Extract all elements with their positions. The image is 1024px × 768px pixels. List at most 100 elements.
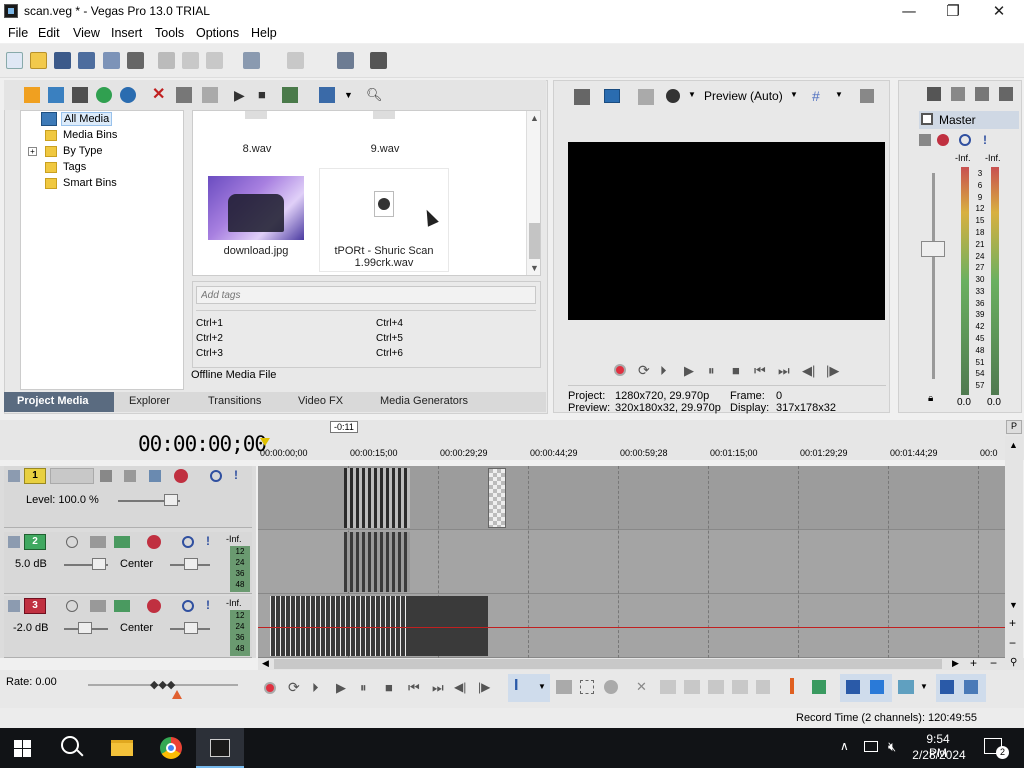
horizontal-scrollbar[interactable]: ◀ ▶ + − ⚲ (258, 656, 1024, 670)
level-slider-handle[interactable] (164, 494, 178, 506)
master-fader-handle[interactable] (921, 241, 945, 257)
capture-video-icon[interactable] (48, 87, 64, 103)
menu-help[interactable]: Help (251, 26, 277, 40)
scrollbar-thumb[interactable] (274, 659, 942, 669)
chevron-down-icon[interactable]: ▼ (835, 90, 843, 99)
tab-transitions[interactable]: Transitions (208, 395, 261, 407)
thumbnails-scrollbar[interactable]: ▲ ▼ (526, 111, 540, 275)
overlays-grid-icon[interactable]: # (812, 89, 820, 103)
automation-icon[interactable] (114, 536, 130, 548)
remove-icon[interactable]: ✕ (152, 87, 168, 103)
track-name-field[interactable] (50, 468, 94, 484)
track-motion-icon[interactable] (149, 470, 161, 482)
prev-frame-icon[interactable]: ◀| (454, 680, 466, 694)
expand-icon[interactable]: + (28, 147, 37, 156)
maximize-button[interactable]: ❐ (930, 0, 976, 24)
envelope-tool-icon[interactable] (556, 680, 572, 694)
downmix-icon[interactable] (999, 87, 1013, 101)
chevron-left-icon[interactable]: ◀ (262, 658, 269, 669)
delete-icon[interactable]: ✕ (636, 679, 647, 695)
ripple-mode-icon[interactable] (898, 680, 914, 694)
auto-crossfade-icon[interactable] (870, 680, 884, 694)
pan-slider-handle[interactable] (184, 622, 198, 634)
lock-icon[interactable] (756, 680, 770, 694)
master-fx-gear-icon[interactable] (937, 134, 949, 146)
mixer-icon[interactable] (927, 87, 941, 101)
vertical-scrollbar[interactable]: ▲ ▼ + − (1005, 436, 1023, 658)
go-to-start-icon[interactable]: ⏮ (408, 680, 420, 696)
preview-screen[interactable] (568, 142, 885, 320)
loop-icon[interactable]: ⟳ (288, 679, 300, 696)
track-header-audio-3[interactable]: 3 ! -2.0 dB Center -Inf. 12 24 36 48 (4, 596, 252, 658)
solo-icon[interactable]: ! (983, 133, 987, 147)
zoom-in-icon[interactable]: + (1009, 616, 1016, 630)
preview-properties-icon[interactable] (574, 89, 590, 105)
selection-tool-icon[interactable] (580, 680, 594, 694)
insert-bus-icon[interactable] (975, 87, 989, 101)
image-thumbnail[interactable] (208, 176, 304, 240)
copy-icon[interactable] (182, 52, 199, 69)
video-event[interactable] (488, 468, 506, 528)
windows-start-icon[interactable] (14, 740, 31, 757)
chevron-down-icon[interactable]: ▼ (790, 90, 798, 99)
menu-insert[interactable]: Insert (111, 26, 142, 40)
arm-record-icon[interactable] (66, 536, 78, 548)
auto-preview-icon[interactable] (282, 87, 298, 103)
file-label[interactable]: 9.wav (341, 143, 429, 155)
chevron-up-icon[interactable]: ▲ (1009, 440, 1018, 450)
mute-icon[interactable] (182, 536, 194, 548)
enable-snapping-icon[interactable] (940, 680, 954, 694)
prev-frame-icon[interactable]: ◀| (802, 363, 815, 379)
chevron-down-icon[interactable]: ▼ (920, 682, 928, 691)
tree-item-smart-bins[interactable]: Smart Bins (63, 177, 117, 189)
track-menu-icon[interactable] (8, 600, 20, 612)
media-fx-icon[interactable] (120, 87, 136, 103)
file-explorer-icon[interactable] (111, 740, 133, 756)
chrome-icon[interactable] (160, 737, 182, 759)
volume-slider-handle[interactable] (78, 622, 92, 634)
play-icon[interactable]: ▶ (234, 87, 250, 103)
chevron-right-icon[interactable]: ▶ (952, 658, 959, 669)
tab-video-fx[interactable]: Video FX (298, 395, 343, 407)
vegas-taskbar-button[interactable] (196, 728, 244, 768)
undo-icon[interactable] (243, 52, 260, 69)
next-frame-icon[interactable]: |▶ (478, 680, 490, 694)
mute-icon[interactable] (210, 470, 222, 482)
cut-icon[interactable] (158, 52, 175, 69)
next-frame-icon[interactable]: |▶ (826, 363, 839, 379)
chevron-down-icon[interactable]: ▼ (538, 682, 546, 691)
audio-event[interactable] (344, 532, 410, 592)
network-icon[interactable] (864, 741, 878, 752)
volume-slider-handle[interactable] (92, 558, 106, 570)
video-event[interactable] (344, 468, 410, 528)
timecode-display[interactable]: 00:00:00;00 (138, 432, 267, 456)
scrollbar-thumb[interactable] (529, 223, 540, 259)
file-label[interactable]: download.jpg (203, 245, 309, 257)
media-properties-icon[interactable] (176, 87, 192, 103)
composite-mode-icon[interactable] (100, 470, 112, 482)
whats-this-help-icon[interactable] (370, 52, 387, 69)
file-label[interactable]: 8.wav (213, 143, 301, 155)
zoom-edit-tool-icon[interactable] (604, 680, 618, 694)
pause-icon[interactable]: ⏸ (360, 680, 367, 696)
chevron-up-icon[interactable]: ▲ (530, 113, 539, 123)
loop-icon[interactable]: ⟳ (638, 362, 650, 379)
insert-marker-icon[interactable] (790, 678, 794, 694)
volume-envelope[interactable] (258, 627, 1005, 628)
split-icon[interactable] (732, 680, 748, 694)
chevron-down-icon[interactable]: ▼ (688, 90, 696, 99)
stop-icon[interactable]: ■ (258, 87, 274, 103)
minimize-button[interactable]: — (886, 0, 932, 24)
master-fx-icon[interactable] (919, 134, 931, 146)
open-icon[interactable] (30, 52, 47, 69)
play-icon[interactable]: ▶ (684, 363, 694, 379)
trim-end-icon[interactable] (708, 680, 724, 694)
stop-icon[interactable]: ■ (385, 680, 393, 695)
render-as-icon[interactable] (103, 52, 120, 69)
invert-phase-icon[interactable] (90, 536, 106, 548)
import-media-icon[interactable] (24, 87, 40, 103)
zoom-out-icon[interactable]: − (1009, 636, 1016, 650)
tab-media-generators[interactable]: Media Generators (380, 395, 468, 407)
zoom-tool-icon[interactable]: ⚲ (1010, 657, 1017, 668)
trim-start-icon[interactable] (684, 680, 700, 694)
